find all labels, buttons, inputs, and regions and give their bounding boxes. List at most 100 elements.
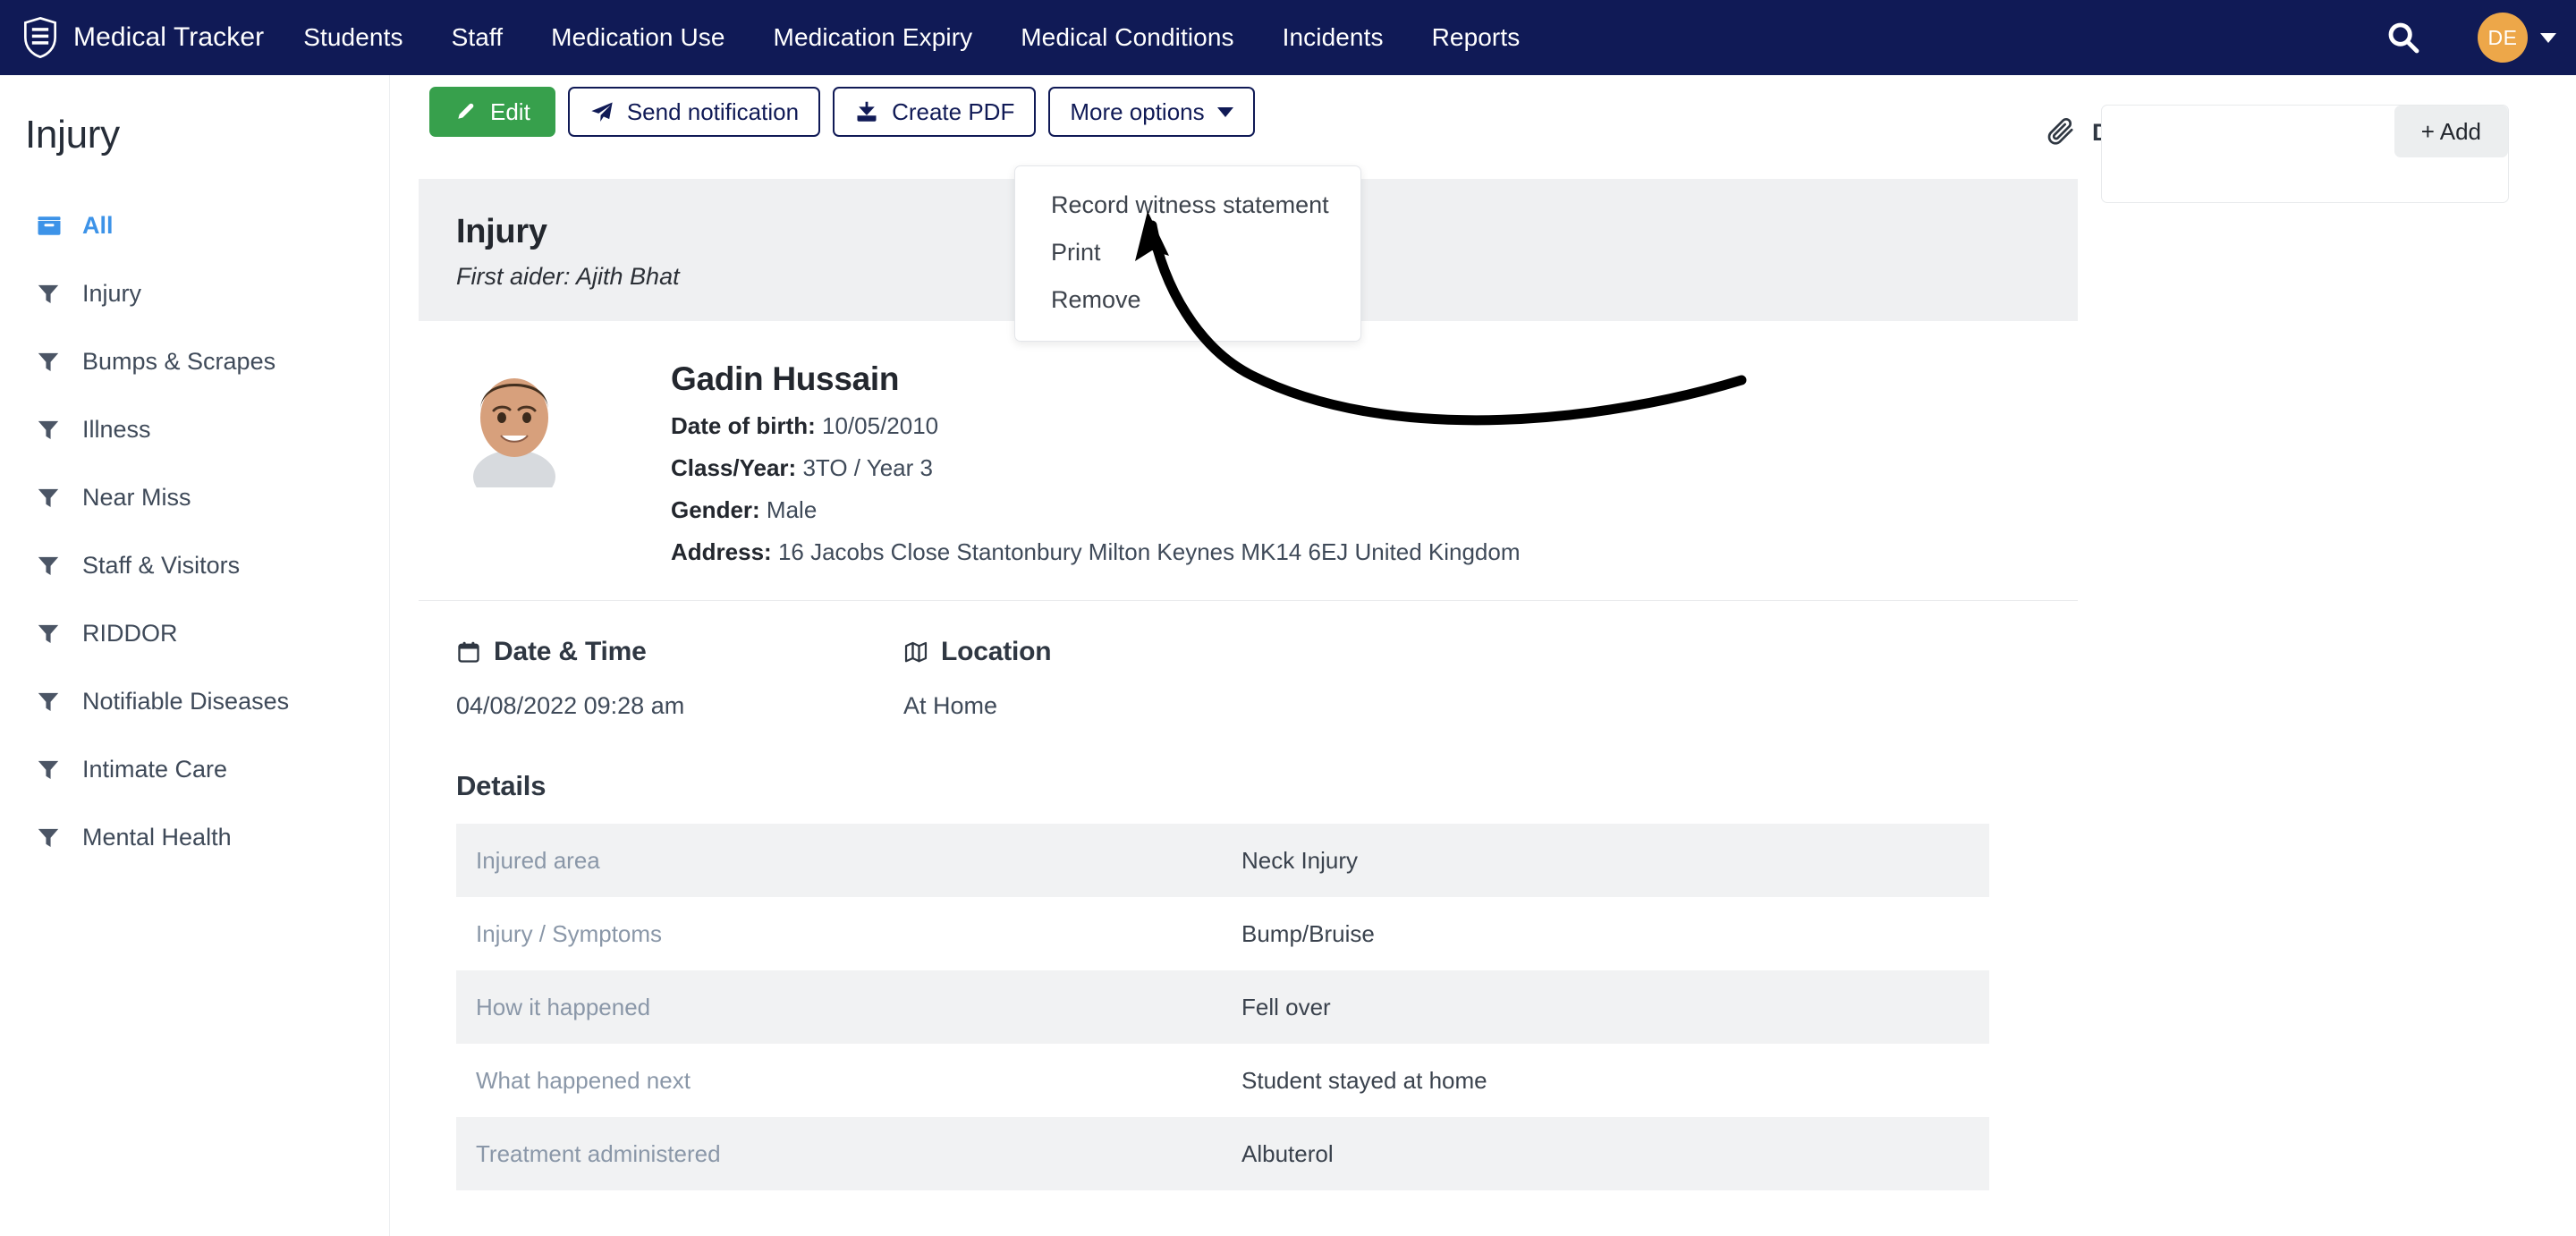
- sidebar-item-label: Mental Health: [82, 823, 232, 851]
- menu-item-remove[interactable]: Remove: [1015, 276, 1360, 324]
- sidebar-item-label: Staff & Visitors: [82, 551, 241, 579]
- record-card-body: Gadin Hussain Date of birth: 10/05/2010 …: [419, 321, 2078, 1190]
- page-title: Injury: [25, 113, 120, 157]
- detail-value: Fell over: [1241, 993, 1331, 1020]
- student-name: Gadin Hussain: [671, 360, 900, 397]
- sidebar-item-bumps-scrapes[interactable]: Bumps & Scrapes: [0, 327, 389, 395]
- sidebar-item-near-miss[interactable]: Near Miss: [0, 463, 389, 531]
- avatar: DE: [2478, 13, 2528, 63]
- more-options-label: More options: [1070, 97, 1205, 125]
- student-gender-line: Gender: Male: [671, 496, 1521, 524]
- student-address-label: Address:: [671, 538, 772, 565]
- edit-button[interactable]: Edit: [429, 87, 555, 137]
- sidebar-item-injury[interactable]: Injury: [0, 259, 389, 327]
- filter-icon: [36, 689, 72, 714]
- student-class-label: Class/Year:: [671, 454, 797, 481]
- shield-lines-icon[interactable]: [20, 15, 61, 60]
- student-details: Gadin Hussain Date of birth: 10/05/2010 …: [671, 351, 1521, 566]
- student-summary: Gadin Hussain Date of birth: 10/05/2010 …: [456, 351, 2040, 600]
- sidebar-item-label: Illness: [82, 415, 151, 443]
- filter-icon: [36, 485, 72, 510]
- create-pdf-label: Create PDF: [892, 97, 1015, 125]
- calendar-icon: [456, 639, 481, 665]
- map-icon: [903, 639, 928, 665]
- student-dob-value: 10/05/2010: [822, 412, 939, 439]
- sidebar-item-label: RIDDOR: [82, 619, 178, 647]
- student-dob-label: Date of birth:: [671, 412, 816, 439]
- detail-label: What happened next: [476, 1066, 691, 1094]
- sidebar-item-all[interactable]: All: [0, 191, 389, 259]
- create-pdf-button[interactable]: Create PDF: [833, 87, 1037, 137]
- nav-link-medical-conditions[interactable]: Medical Conditions: [1021, 23, 1233, 52]
- pencil-icon: [454, 100, 478, 123]
- filter-icon: [36, 757, 72, 782]
- location-block: Location At Home: [903, 637, 1052, 720]
- search-icon[interactable]: [2379, 13, 2428, 62]
- sidebar-list: All Injury Bumps & Scrapes Illness Near …: [0, 191, 389, 871]
- sidebar-item-riddor[interactable]: RIDDOR: [0, 599, 389, 667]
- send-notification-label: Send notification: [626, 97, 800, 125]
- brand-title[interactable]: Medical Tracker: [73, 22, 264, 53]
- student-address-value: 16 Jacobs Close Stantonbury Milton Keyne…: [777, 538, 1521, 565]
- nav-right-actions: DE: [2379, 0, 2556, 75]
- nav-link-medication-expiry[interactable]: Medication Expiry: [774, 23, 973, 52]
- location-heading: Location: [903, 637, 1052, 667]
- menu-item-record-witness-statement[interactable]: Record witness statement: [1015, 182, 1360, 229]
- datetime-heading: Date & Time: [456, 637, 903, 667]
- send-notification-button[interactable]: Send notification: [567, 87, 821, 137]
- sidebar-item-label: All: [82, 211, 114, 239]
- filter-icon: [36, 281, 72, 306]
- more-options-dropdown-menu: Record witness statement Print Remove: [1014, 165, 1361, 342]
- nav-link-staff[interactable]: Staff: [452, 23, 504, 52]
- sidebar: Injury All Injury Bumps & Scrapes Illnes…: [0, 75, 390, 1236]
- nav-links: Students Staff Medication Use Medication…: [303, 23, 1568, 52]
- student-class-line: Class/Year: 3TO / Year 3: [671, 454, 1521, 482]
- datetime-value: 04/08/2022 09:28 am: [456, 692, 685, 719]
- sidebar-item-staff-visitors[interactable]: Staff & Visitors: [0, 531, 389, 599]
- inbox-icon: [36, 212, 72, 239]
- detail-value: Albuterol: [1241, 1139, 1334, 1167]
- sidebar-item-mental-health[interactable]: Mental Health: [0, 803, 389, 871]
- sidebar-item-notifiable-diseases[interactable]: Notifiable Diseases: [0, 667, 389, 735]
- user-menu[interactable]: DE: [2478, 13, 2556, 63]
- filter-icon: [36, 825, 72, 850]
- sidebar-item-label: Notifiable Diseases: [82, 687, 290, 715]
- sidebar-item-label: Near Miss: [82, 483, 191, 511]
- location-value: At Home: [903, 692, 998, 719]
- filter-icon: [36, 621, 72, 646]
- table-row: How it happened Fell over: [456, 970, 1989, 1044]
- more-options-button[interactable]: More options: [1048, 87, 1255, 137]
- detail-label: Injury / Symptoms: [476, 919, 663, 947]
- add-document-button[interactable]: + Add: [2394, 106, 2508, 157]
- top-navigation-bar: Medical Tracker Students Staff Medicatio…: [0, 0, 2576, 75]
- detail-label: Injured area: [476, 846, 600, 874]
- app-root: Medical Tracker Students Staff Medicatio…: [0, 0, 2576, 1236]
- details-table: Injured area Neck Injury Injury / Sympto…: [456, 824, 1989, 1190]
- nav-link-students[interactable]: Students: [303, 23, 402, 52]
- nav-link-medication-use[interactable]: Medication Use: [551, 23, 724, 52]
- nav-link-incidents[interactable]: Incidents: [1283, 23, 1384, 52]
- details-heading: Details: [456, 770, 547, 801]
- sidebar-item-label: Intimate Care: [82, 755, 228, 783]
- location-title: Location: [941, 637, 1052, 666]
- table-row: Treatment administered Albuterol: [456, 1117, 1989, 1190]
- menu-item-print[interactable]: Print: [1015, 229, 1360, 276]
- sidebar-item-intimate-care[interactable]: Intimate Care: [0, 735, 389, 803]
- student-gender-value: Male: [766, 496, 818, 523]
- sidebar-item-label: Bumps & Scrapes: [82, 347, 276, 375]
- student-gender-label: Gender:: [671, 496, 760, 523]
- filter-icon: [36, 553, 72, 578]
- detail-label: Treatment administered: [476, 1139, 721, 1167]
- nav-link-reports[interactable]: Reports: [1432, 23, 1521, 52]
- table-row: Injured area Neck Injury: [456, 824, 1989, 897]
- chevron-down-icon: [1216, 106, 1233, 117]
- student-address-line: Address: 16 Jacobs Close Stantonbury Mil…: [671, 538, 1521, 566]
- paperclip-icon: [2046, 115, 2076, 150]
- student-dob-line: Date of birth: 10/05/2010: [671, 412, 1521, 440]
- record-toolbar: Edit Send notification Create PDF More o…: [429, 87, 1255, 137]
- datetime-title: Date & Time: [494, 637, 647, 666]
- sidebar-item-label: Injury: [82, 279, 142, 307]
- sidebar-item-illness[interactable]: Illness: [0, 395, 389, 463]
- download-icon: [854, 99, 879, 124]
- filter-icon: [36, 349, 72, 374]
